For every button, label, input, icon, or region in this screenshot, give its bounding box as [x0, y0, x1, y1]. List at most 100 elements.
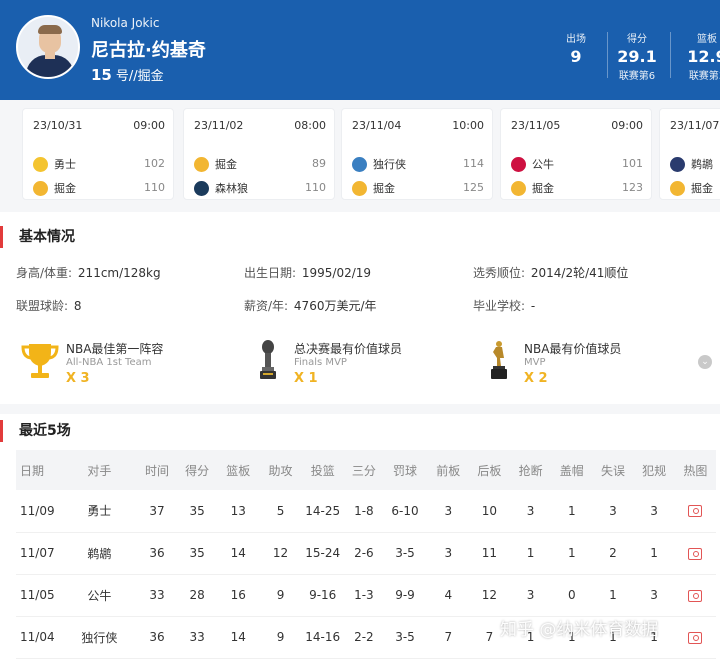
expand-awards-chevron-icon[interactable]: ⌄ [698, 355, 712, 369]
table-cell: 1-3 [354, 588, 374, 602]
table-cell: 勇士 [87, 504, 112, 519]
table-cell: 9 [276, 630, 285, 644]
game-time: 09:00 [133, 119, 165, 132]
heatmap-cell[interactable] [675, 574, 716, 616]
table-cell: 10 [481, 503, 498, 518]
table-cell: 12 [272, 546, 289, 560]
table-cell: 9 [276, 588, 285, 602]
table-cell: 3 [609, 503, 617, 518]
player-number-team: 15 号//掘金 [91, 65, 164, 84]
table-cell: 3 [526, 588, 535, 602]
team-logo-icon [194, 156, 209, 172]
table-header-row: 日期 对手 时间 得分 篮板 助攻 投篮 三分 罚球 前板 后板 抢断 盖帽 失… [16, 450, 716, 490]
table-cell: 11/05 [20, 588, 55, 602]
heatmap-cell[interactable] [675, 490, 716, 532]
game-date: 23/10/31 [33, 119, 83, 132]
away-team: 掘金 [670, 180, 713, 196]
table-cell: 11/07 [20, 546, 55, 560]
team-logo-icon [511, 180, 526, 196]
team-logo-icon [511, 156, 526, 172]
info-draft: 选秀顺位: 2014/2轮/41顺位 [473, 266, 629, 280]
player-english-name: Nikola Jokic [91, 16, 160, 30]
table-cell: 36 [149, 630, 165, 644]
table-cell: 13 [230, 503, 246, 518]
game-date: 23/11/04 [352, 119, 402, 132]
col-turnovers: 失误 [600, 463, 625, 478]
col-points: 得分 [185, 463, 210, 478]
heatmap-icon[interactable] [688, 631, 703, 644]
table-cell: 3 [444, 503, 453, 518]
schedule-strip[interactable]: 23/10/31 09:00 勇士 102 掘金 110 23/11/02 08… [0, 100, 720, 212]
table-row: 11/05 公牛 33 28 16 9 9-16 1-3 9-9 4 12 3 0 1 3 [16, 574, 716, 616]
table-cell: 鹈鹕 [87, 546, 112, 561]
col-date: 日期 [20, 463, 45, 478]
section-title-recent: 最近5场 [0, 420, 71, 442]
table-cell: 11 [481, 546, 498, 560]
table-cell: 14-16 [305, 630, 341, 644]
table-cell: 28 [189, 588, 205, 602]
team-logo-icon [352, 156, 367, 172]
heatmap-icon[interactable] [688, 505, 703, 518]
table-cell: 11/04 [20, 630, 55, 644]
away-team: 森林狼 [194, 180, 248, 196]
table-cell: 3 [650, 503, 658, 518]
stat-games: 出场 9 [566, 34, 586, 66]
table-cell: 2-2 [354, 630, 374, 644]
player-avatar [16, 15, 80, 79]
award-all-nba: NBA最佳第一阵容 All-NBA 1st Team X 3 [20, 338, 240, 388]
game-card[interactable]: 23/10/31 09:00 勇士 102 掘金 110 [22, 108, 174, 200]
table-cell: 1 [650, 546, 658, 560]
table-cell: 14-25 [305, 503, 341, 518]
table-cell: 1-8 [354, 503, 374, 518]
away-score: 110 [144, 181, 165, 194]
col-heatmap: 热图 [683, 463, 708, 478]
game-card[interactable]: 23/11/04 10:00 独行侠 114 掘金 125 [341, 108, 493, 200]
table-cell: 14 [230, 546, 246, 560]
col-rebounds: 篮板 [226, 463, 251, 478]
game-card[interactable]: 23/11/02 08:00 掘金 89 森林狼 110 [183, 108, 335, 200]
table-cell: 3-5 [395, 546, 415, 560]
heatmap-icon[interactable] [688, 547, 703, 560]
col-dreb: 后板 [477, 463, 502, 478]
home-team: 公牛 [511, 156, 554, 172]
away-team: 掘金 [352, 180, 395, 196]
away-score: 125 [463, 181, 484, 194]
table-cell: 公牛 [87, 588, 112, 603]
award-finals-mvp: 总决赛最有价值球员 Finals MVP X 1 [248, 338, 468, 388]
col-oreb: 前板 [436, 463, 461, 478]
away-score: 110 [305, 181, 326, 194]
table-cell: 1 [526, 546, 535, 560]
heatmap-cell[interactable] [675, 616, 716, 658]
table-cell: 35 [189, 546, 205, 560]
mvp-trophy-icon [491, 341, 507, 379]
game-time: 10:00 [452, 119, 484, 132]
table-row: 11/09 勇士 37 35 13 5 14-25 1-8 6-10 3 10 3 1 3 3 [16, 490, 716, 532]
heatmap-icon[interactable] [688, 589, 703, 602]
table-cell: 36 [149, 546, 165, 560]
home-score: 101 [622, 157, 643, 170]
table-cell: 4 [444, 588, 453, 602]
team-logo-icon [194, 180, 209, 196]
col-fouls: 犯规 [642, 463, 667, 478]
home-score: 114 [463, 157, 484, 170]
game-card[interactable]: 23/11/05 09:00 公牛 101 掘金 123 [500, 108, 652, 200]
table-cell: 1 [567, 546, 576, 560]
team-label: 号//掘金 [115, 69, 164, 84]
divider [607, 32, 608, 78]
info-height-weight: 身高/体重: 211cm/128kg [16, 266, 161, 280]
table-cell: 9-16 [309, 588, 337, 602]
heatmap-cell[interactable] [675, 532, 716, 574]
team-logo-icon [670, 180, 685, 196]
col-steals: 抢断 [518, 463, 543, 478]
table-cell: 12 [481, 588, 498, 602]
table-cell: 2 [609, 546, 617, 560]
info-salary: 薪资/年: 4760万美元/年 [244, 299, 377, 313]
table-cell: 33 [189, 630, 205, 644]
game-date: 23/11/02 [194, 119, 244, 132]
table-cell: 1 [609, 588, 617, 602]
col-opponent: 对手 [87, 463, 112, 478]
table-cell: 15-24 [305, 546, 341, 560]
info-experience: 联盟球龄: 8 [16, 299, 82, 313]
game-card[interactable]: 23/11/07 鹈鹕 掘金 [659, 108, 720, 200]
table-cell: 37 [149, 503, 165, 518]
